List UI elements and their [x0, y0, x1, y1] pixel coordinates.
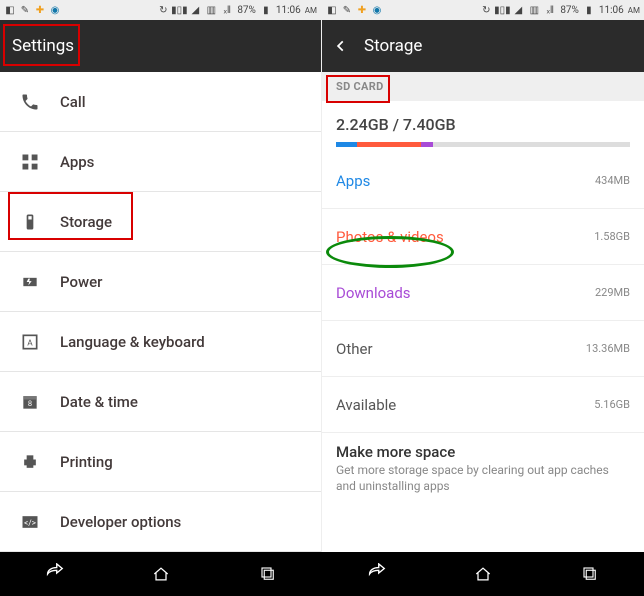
settings-item-storage[interactable]: Storage [0, 192, 321, 252]
nav-back[interactable] [362, 560, 390, 588]
row-size: 5.16GB [594, 398, 630, 411]
apps-icon [14, 152, 46, 172]
system-navbar [0, 552, 644, 596]
svg-text:A: A [27, 338, 33, 348]
row-size: 434MB [595, 174, 630, 187]
storage-appbar: Storage [322, 20, 644, 72]
edit-icon: ✎ [341, 4, 353, 16]
battery-icon: ▮ [260, 4, 272, 16]
vibrate-icon: ▮▯▮ [496, 4, 508, 16]
item-label: Storage [60, 213, 112, 231]
sim-icon: ▥ [205, 4, 217, 16]
settings-item-call[interactable]: Call [0, 72, 321, 132]
storage-usage-text: 2.24GB / 7.40GB [322, 101, 644, 142]
make-more-space[interactable]: Make more space Get more storage space b… [322, 433, 644, 504]
storage-screen: ◧ ✎ ✚ ◉ ↻ ▮▯▮ ◢ ▥ ₓ‖ 87% ▮ 11:06 AM Stor… [322, 0, 644, 552]
battery-icon: ▮ [583, 4, 595, 16]
status-bar: ◧ ✎ ✚ ◉ ↻ ▮▯▮ ◢ ▥ ₓ‖ 87% ▮ 11:06 AM [322, 0, 644, 20]
row-name: Photos & videos [336, 228, 444, 246]
sim-icon: ▥ [528, 4, 540, 16]
app-icon: ◉ [49, 4, 61, 16]
shield-icon: ✚ [34, 4, 46, 16]
storage-row-downloads[interactable]: Downloads 229MB [322, 265, 644, 321]
call-icon [14, 92, 46, 112]
row-size: 229MB [595, 286, 630, 299]
signal-icon: ₓ‖ [221, 4, 233, 16]
item-label: Printing [60, 453, 113, 471]
row-name: Downloads [336, 284, 411, 302]
battery-pct: 87% [560, 5, 579, 16]
item-label: Date & time [60, 393, 138, 411]
svg-text:</>: </> [24, 518, 37, 528]
printing-icon [14, 452, 46, 472]
notif-icon: ◧ [4, 4, 16, 16]
notif-icon: ◧ [326, 4, 338, 16]
bar-seg-downloads [421, 142, 433, 147]
nav-recent[interactable] [254, 560, 282, 588]
row-name: Other [336, 340, 373, 358]
status-bar: ◧ ✎ ✚ ◉ ↻ ▮▯▮ ◢ ▥ ₓ‖ 87% ▮ 11:06 AM [0, 0, 321, 20]
item-label: Developer options [60, 513, 181, 531]
wifi-icon: ◢ [189, 4, 201, 16]
settings-appbar: Settings [0, 20, 321, 72]
clock-ampm: AM [305, 6, 317, 15]
item-label: Power [60, 273, 102, 291]
storage-row-apps[interactable]: Apps 434MB [322, 153, 644, 209]
developer-icon: </> [14, 512, 46, 532]
row-size: 1.58GB [594, 230, 630, 243]
battery-pct: 87% [237, 5, 256, 16]
bar-seg-apps [336, 142, 357, 147]
nav-recent[interactable] [576, 560, 604, 588]
storage-icon [14, 212, 46, 232]
sd-card-header: SD CARD [322, 72, 644, 101]
sync-icon: ↻ [157, 4, 169, 16]
storage-row-available[interactable]: Available 5.16GB [322, 377, 644, 433]
nav-home[interactable] [147, 560, 175, 588]
settings-item-datetime[interactable]: 8 Date & time [0, 372, 321, 432]
row-size: 13.36MB [586, 342, 630, 355]
settings-item-apps[interactable]: Apps [0, 132, 321, 192]
settings-item-language[interactable]: A Language & keyboard [0, 312, 321, 372]
power-icon [14, 272, 46, 292]
settings-list: Call Apps Storage Power A Language & key… [0, 72, 321, 552]
storage-row-other[interactable]: Other 13.36MB [322, 321, 644, 377]
nav-back[interactable] [40, 560, 68, 588]
settings-item-printing[interactable]: Printing [0, 432, 321, 492]
storage-usage-bar [336, 142, 630, 147]
shield-icon: ✚ [356, 4, 368, 16]
page-title: Settings [12, 36, 74, 56]
date-time-icon: 8 [14, 392, 46, 412]
page-title: Storage [364, 36, 422, 56]
item-label: Call [60, 93, 86, 111]
storage-breakdown: Apps 434MB Photos & videos 1.58GB Downlo… [322, 153, 644, 552]
settings-item-power[interactable]: Power [0, 252, 321, 312]
signal-icon: ₓ‖ [544, 4, 556, 16]
clock-time: 11:06 [599, 5, 624, 16]
svg-text:8: 8 [28, 399, 32, 408]
clock-ampm: AM [628, 6, 640, 15]
clock-time: 11:06 [276, 5, 301, 16]
language-icon: A [14, 332, 46, 352]
row-name: Available [336, 396, 396, 414]
vibrate-icon: ▮▯▮ [173, 4, 185, 16]
row-name: Apps [336, 172, 370, 190]
mms-sub: Get more storage space by clearing out a… [336, 463, 630, 494]
bar-seg-photos [357, 142, 422, 147]
wifi-icon: ◢ [512, 4, 524, 16]
storage-row-photos[interactable]: Photos & videos 1.58GB [322, 209, 644, 265]
mms-title: Make more space [336, 443, 630, 461]
edit-icon: ✎ [19, 4, 31, 16]
item-label: Apps [60, 153, 94, 171]
settings-item-developer[interactable]: </> Developer options [0, 492, 321, 552]
item-label: Language & keyboard [60, 333, 205, 351]
settings-screen: ◧ ✎ ✚ ◉ ↻ ▮▯▮ ◢ ▥ ₓ‖ 87% ▮ 11:06 AM Sett… [0, 0, 322, 552]
nav-home[interactable] [469, 560, 497, 588]
app-icon: ◉ [371, 4, 383, 16]
sync-icon: ↻ [480, 4, 492, 16]
back-button[interactable] [334, 39, 354, 53]
